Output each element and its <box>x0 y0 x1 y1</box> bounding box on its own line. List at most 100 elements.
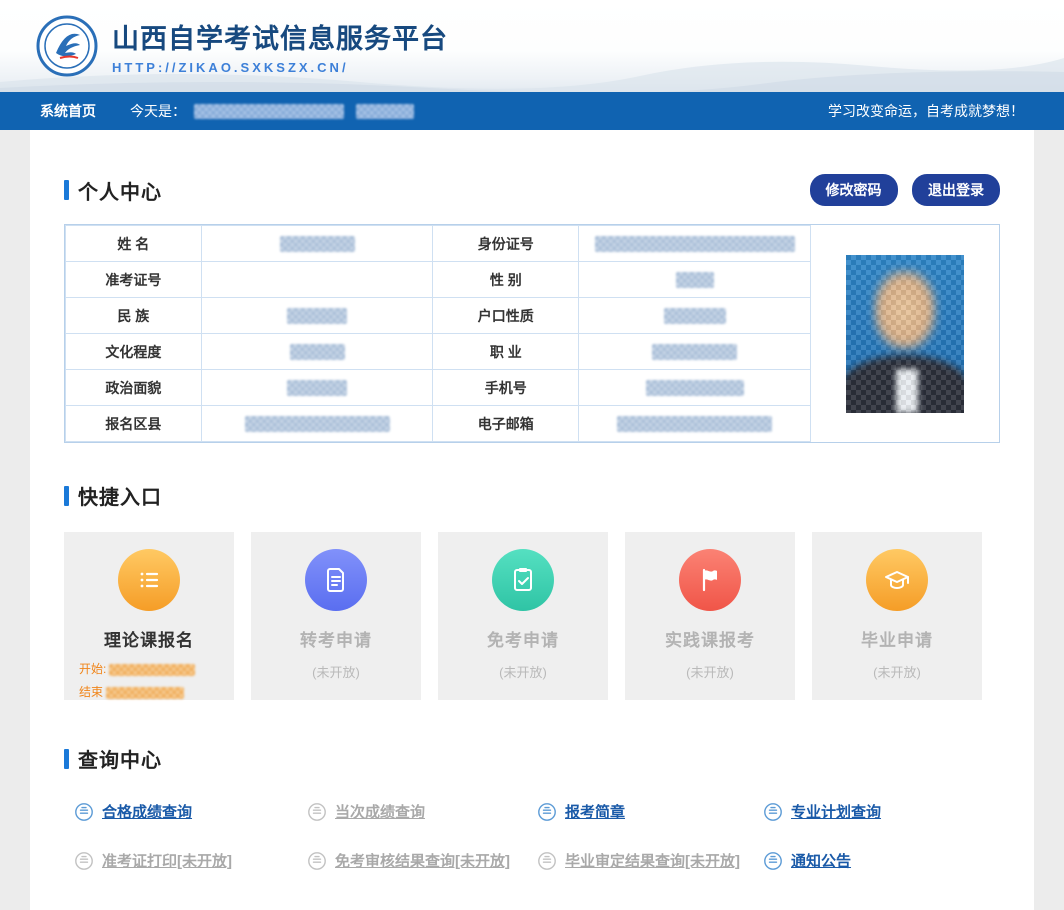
card-title: 免考申请 <box>438 626 608 651</box>
field-label: 准考证号 <box>66 262 202 298</box>
redacted-value <box>617 416 772 432</box>
photo-shirt-blur <box>896 369 918 413</box>
redacted-value <box>595 236 795 252</box>
quick-entry-card[interactable]: 实践课报考(未开放) <box>625 532 795 700</box>
field-value <box>201 406 433 442</box>
photo-area <box>811 225 999 442</box>
field-label: 文化程度 <box>66 334 202 370</box>
query-circle-icon <box>74 851 94 871</box>
page: 山西自学考试信息服务平台 HTTP://ZIKAO.SXKSZX.CN/ 系统首… <box>0 0 1064 910</box>
field-label: 姓 名 <box>66 226 202 262</box>
profile-row: 姓 名 身份证号 <box>66 226 811 262</box>
slogan-text: 学习改变命运，自考成就梦想！ <box>828 101 1024 121</box>
query-circle-icon <box>537 851 557 871</box>
query-link-label: 通知公告 <box>791 850 851 871</box>
form-list-icon <box>118 549 180 611</box>
redacted-value <box>245 416 390 432</box>
redacted-date <box>109 664 195 676</box>
field-value <box>201 226 433 262</box>
quick-entry-card[interactable]: 理论课报名开始:结束 <box>64 532 234 700</box>
card-title: 毕业申请 <box>812 626 982 651</box>
profile-table: 姓 名 身份证号准考证号 性 别民 族 户口性质文化程度 职 业政治面貌手机号报名区县 电… <box>65 225 811 442</box>
query-link[interactable]: 专业计划查询 <box>763 801 1000 822</box>
section-accent-bar <box>64 486 69 506</box>
card-date-lines: 开始:结束 <box>64 658 234 704</box>
id-photo <box>846 255 964 413</box>
profile-buttons: 修改密码 退出登录 <box>800 174 1000 206</box>
personal-center-title: 个人中心 <box>78 176 162 205</box>
query-link-label: 免考审核结果查询[未开放] <box>335 850 510 871</box>
profile-row: 文化程度 职 业 <box>66 334 811 370</box>
query-link[interactable]: 报考简章 <box>537 801 763 822</box>
exempt-clipboard-icon <box>492 549 554 611</box>
field-label: 户口性质 <box>433 298 579 334</box>
redacted-value <box>676 272 714 288</box>
transfer-doc-icon <box>305 549 367 611</box>
profile-row: 准考证号 性 别 <box>66 262 811 298</box>
query-link-label: 专业计划查询 <box>791 801 881 822</box>
practice-flag-icon <box>679 549 741 611</box>
field-value <box>201 370 433 406</box>
site-header: 山西自学考试信息服务平台 HTTP://ZIKAO.SXKSZX.CN/ <box>0 0 1064 92</box>
profile-row: 民 族 户口性质 <box>66 298 811 334</box>
redacted-value <box>652 344 737 360</box>
redacted-value <box>664 308 726 324</box>
field-label: 电子邮箱 <box>433 406 579 442</box>
redacted-value <box>646 380 744 396</box>
quick-entry-card[interactable]: 免考申请 (未开放) <box>438 532 608 700</box>
query-center-title: 查询中心 <box>78 744 162 773</box>
field-label: 民 族 <box>66 298 202 334</box>
photo-face-blur <box>873 269 937 351</box>
card-status: (未开放) <box>812 662 982 681</box>
today-date-redacted <box>194 104 344 119</box>
field-label: 职 业 <box>433 334 579 370</box>
query-circle-icon <box>537 802 557 822</box>
quick-entry-card[interactable]: 毕业申请 (未开放) <box>812 532 982 700</box>
site-title: 山西自学考试信息服务平台 <box>112 17 448 56</box>
quick-entry-card[interactable]: 转考申请(未开放) <box>251 532 421 700</box>
photo-body-blur <box>846 355 964 413</box>
card-status: (未开放) <box>625 662 795 681</box>
site-logo <box>36 15 98 77</box>
nav-home-link[interactable]: 系统首页 <box>40 101 96 121</box>
card-status: (未开放) <box>438 662 608 681</box>
field-value <box>579 406 811 442</box>
query-link[interactable]: 毕业审定结果查询[未开放] <box>537 850 763 871</box>
quick-entry-cards: 理论课报名开始:结束转考申请(未开放)免考申请(未开放)实践课报考(未开放)毕业… <box>64 532 1000 700</box>
query-link-label: 当次成绩查询 <box>335 801 425 822</box>
redacted-value <box>290 344 345 360</box>
query-center-section: 查询中心 合格成绩查询 当次成绩查询 报考简章 专业计划查询准考证打印[未开放] 免考审… <box>64 744 1000 871</box>
redacted-value <box>280 236 355 252</box>
card-title: 转考申请 <box>251 626 421 651</box>
graduation-cap-icon <box>866 549 928 611</box>
query-circle-icon <box>307 802 327 822</box>
query-link[interactable]: 当次成绩查询 <box>307 801 537 822</box>
field-label: 身份证号 <box>433 226 579 262</box>
redacted-value <box>287 308 347 324</box>
query-links: 合格成绩查询 当次成绩查询 报考简章 专业计划查询准考证打印[未开放] 免考审核结果查询… <box>74 801 1000 871</box>
today-extra-redacted <box>356 104 414 119</box>
personal-center-section: 个人中心 修改密码 退出登录 姓 名身份证号准考证号性 别民 族户口性质文化程度… <box>64 174 1000 443</box>
query-link-label: 报考简章 <box>565 801 625 822</box>
profile-row: 政治面貌手机号 <box>66 370 811 406</box>
field-value <box>201 298 433 334</box>
field-value <box>579 334 811 370</box>
profile-row: 报名区县 电子邮箱 <box>66 406 811 442</box>
top-navbar: 系统首页 今天是： 学习改变命运，自考成就梦想！ <box>0 92 1064 130</box>
section-accent-bar <box>64 180 69 200</box>
query-link[interactable]: 准考证打印[未开放] <box>74 850 307 871</box>
profile-info-panel: 姓 名 身份证号准考证号 性 别民 族 户口性质文化程度 职 业政治面貌手机号报名区县 电… <box>64 224 1000 443</box>
quick-entry-section: 快捷入口 理论课报名开始:结束转考申请(未开放)免考申请(未开放)实践课报考(未… <box>64 481 1000 700</box>
query-link[interactable]: 免考审核结果查询[未开放] <box>307 850 537 871</box>
field-label: 报名区县 <box>66 406 202 442</box>
query-link[interactable]: 合格成绩查询 <box>74 801 307 822</box>
query-circle-icon <box>763 802 783 822</box>
main-content: 个人中心 修改密码 退出登录 姓 名身份证号准考证号性 别民 族户口性质文化程度… <box>30 130 1034 910</box>
change-password-button[interactable]: 修改密码 <box>810 174 898 206</box>
field-value <box>201 334 433 370</box>
field-label: 性 别 <box>433 262 579 298</box>
query-link[interactable]: 通知公告 <box>763 850 1000 871</box>
quick-entry-title: 快捷入口 <box>78 481 162 510</box>
logout-button[interactable]: 退出登录 <box>912 174 1000 206</box>
field-value <box>579 370 811 406</box>
